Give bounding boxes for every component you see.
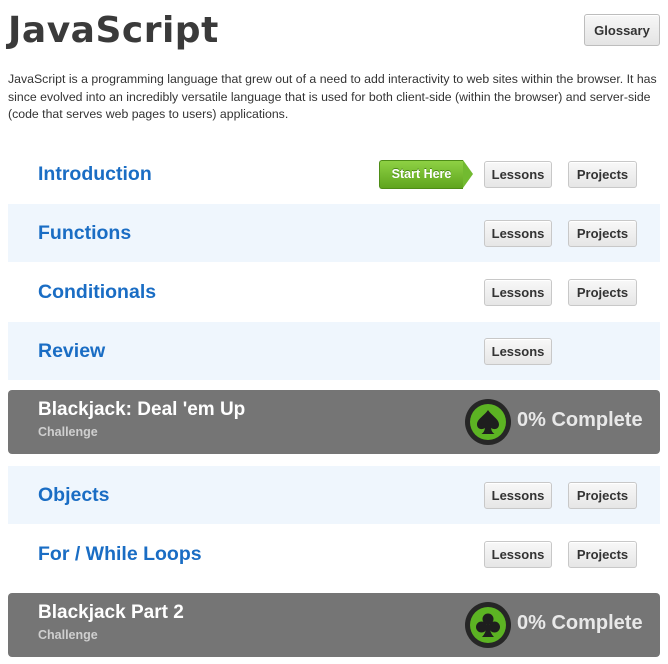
unit-title-introduction[interactable]: Introduction bbox=[38, 163, 152, 186]
unit-row-functions: Functions Lessons Projects bbox=[8, 204, 660, 262]
challenge-subtitle: Challenge bbox=[38, 425, 98, 439]
club-icon bbox=[476, 613, 500, 637]
unit-row-loops: For / While Loops Lessons Projects bbox=[8, 525, 660, 583]
unit-row-introduction: Introduction Start Here Lessons Projects bbox=[8, 145, 660, 203]
projects-button-introduction[interactable]: Projects bbox=[568, 160, 637, 188]
challenge-badge bbox=[465, 602, 511, 648]
unit-title-conditionals[interactable]: Conditionals bbox=[38, 281, 156, 304]
lessons-button-functions[interactable]: Lessons bbox=[484, 219, 552, 247]
lessons-button-review[interactable]: Lessons bbox=[484, 337, 552, 365]
challenge-card-blackjack-part-2[interactable]: Blackjack Part 2 Challenge 0% Complete bbox=[8, 593, 660, 657]
lessons-button-introduction[interactable]: Lessons bbox=[484, 160, 552, 188]
spade-icon bbox=[477, 410, 499, 434]
challenge-badge bbox=[465, 399, 511, 445]
start-here-button[interactable]: Start Here bbox=[379, 159, 473, 189]
projects-button-loops[interactable]: Projects bbox=[568, 540, 637, 568]
course-description: JavaScript is a programming language tha… bbox=[8, 72, 657, 121]
challenge-progress: 0% Complete bbox=[517, 612, 643, 634]
projects-button-objects[interactable]: Projects bbox=[568, 481, 637, 509]
challenge-subtitle: Challenge bbox=[38, 628, 98, 642]
challenge-card-blackjack-deal[interactable]: Blackjack: Deal 'em Up Challenge 0% Comp… bbox=[8, 390, 660, 454]
lessons-button-loops[interactable]: Lessons bbox=[484, 540, 552, 568]
unit-title-loops[interactable]: For / While Loops bbox=[38, 543, 202, 566]
challenge-title: Blackjack: Deal 'em Up bbox=[38, 399, 246, 420]
page-title: JavaScript bbox=[8, 10, 219, 51]
challenge-title: Blackjack Part 2 bbox=[38, 602, 184, 623]
start-here-arrow-icon bbox=[463, 160, 473, 188]
projects-button-functions[interactable]: Projects bbox=[568, 219, 637, 247]
glossary-button[interactable]: Glossary bbox=[584, 14, 660, 46]
lessons-button-conditionals[interactable]: Lessons bbox=[484, 278, 552, 306]
unit-row-objects: Objects Lessons Projects bbox=[8, 466, 660, 524]
challenge-progress: 0% Complete bbox=[517, 409, 643, 431]
lessons-button-objects[interactable]: Lessons bbox=[484, 481, 552, 509]
unit-row-conditionals: Conditionals Lessons Projects bbox=[8, 263, 660, 321]
unit-title-objects[interactable]: Objects bbox=[38, 484, 110, 507]
unit-title-review[interactable]: Review bbox=[38, 340, 105, 363]
start-here-label: Start Here bbox=[379, 159, 463, 189]
unit-row-review: Review Lessons bbox=[8, 322, 660, 380]
unit-title-functions[interactable]: Functions bbox=[38, 222, 131, 245]
projects-button-conditionals[interactable]: Projects bbox=[568, 278, 637, 306]
